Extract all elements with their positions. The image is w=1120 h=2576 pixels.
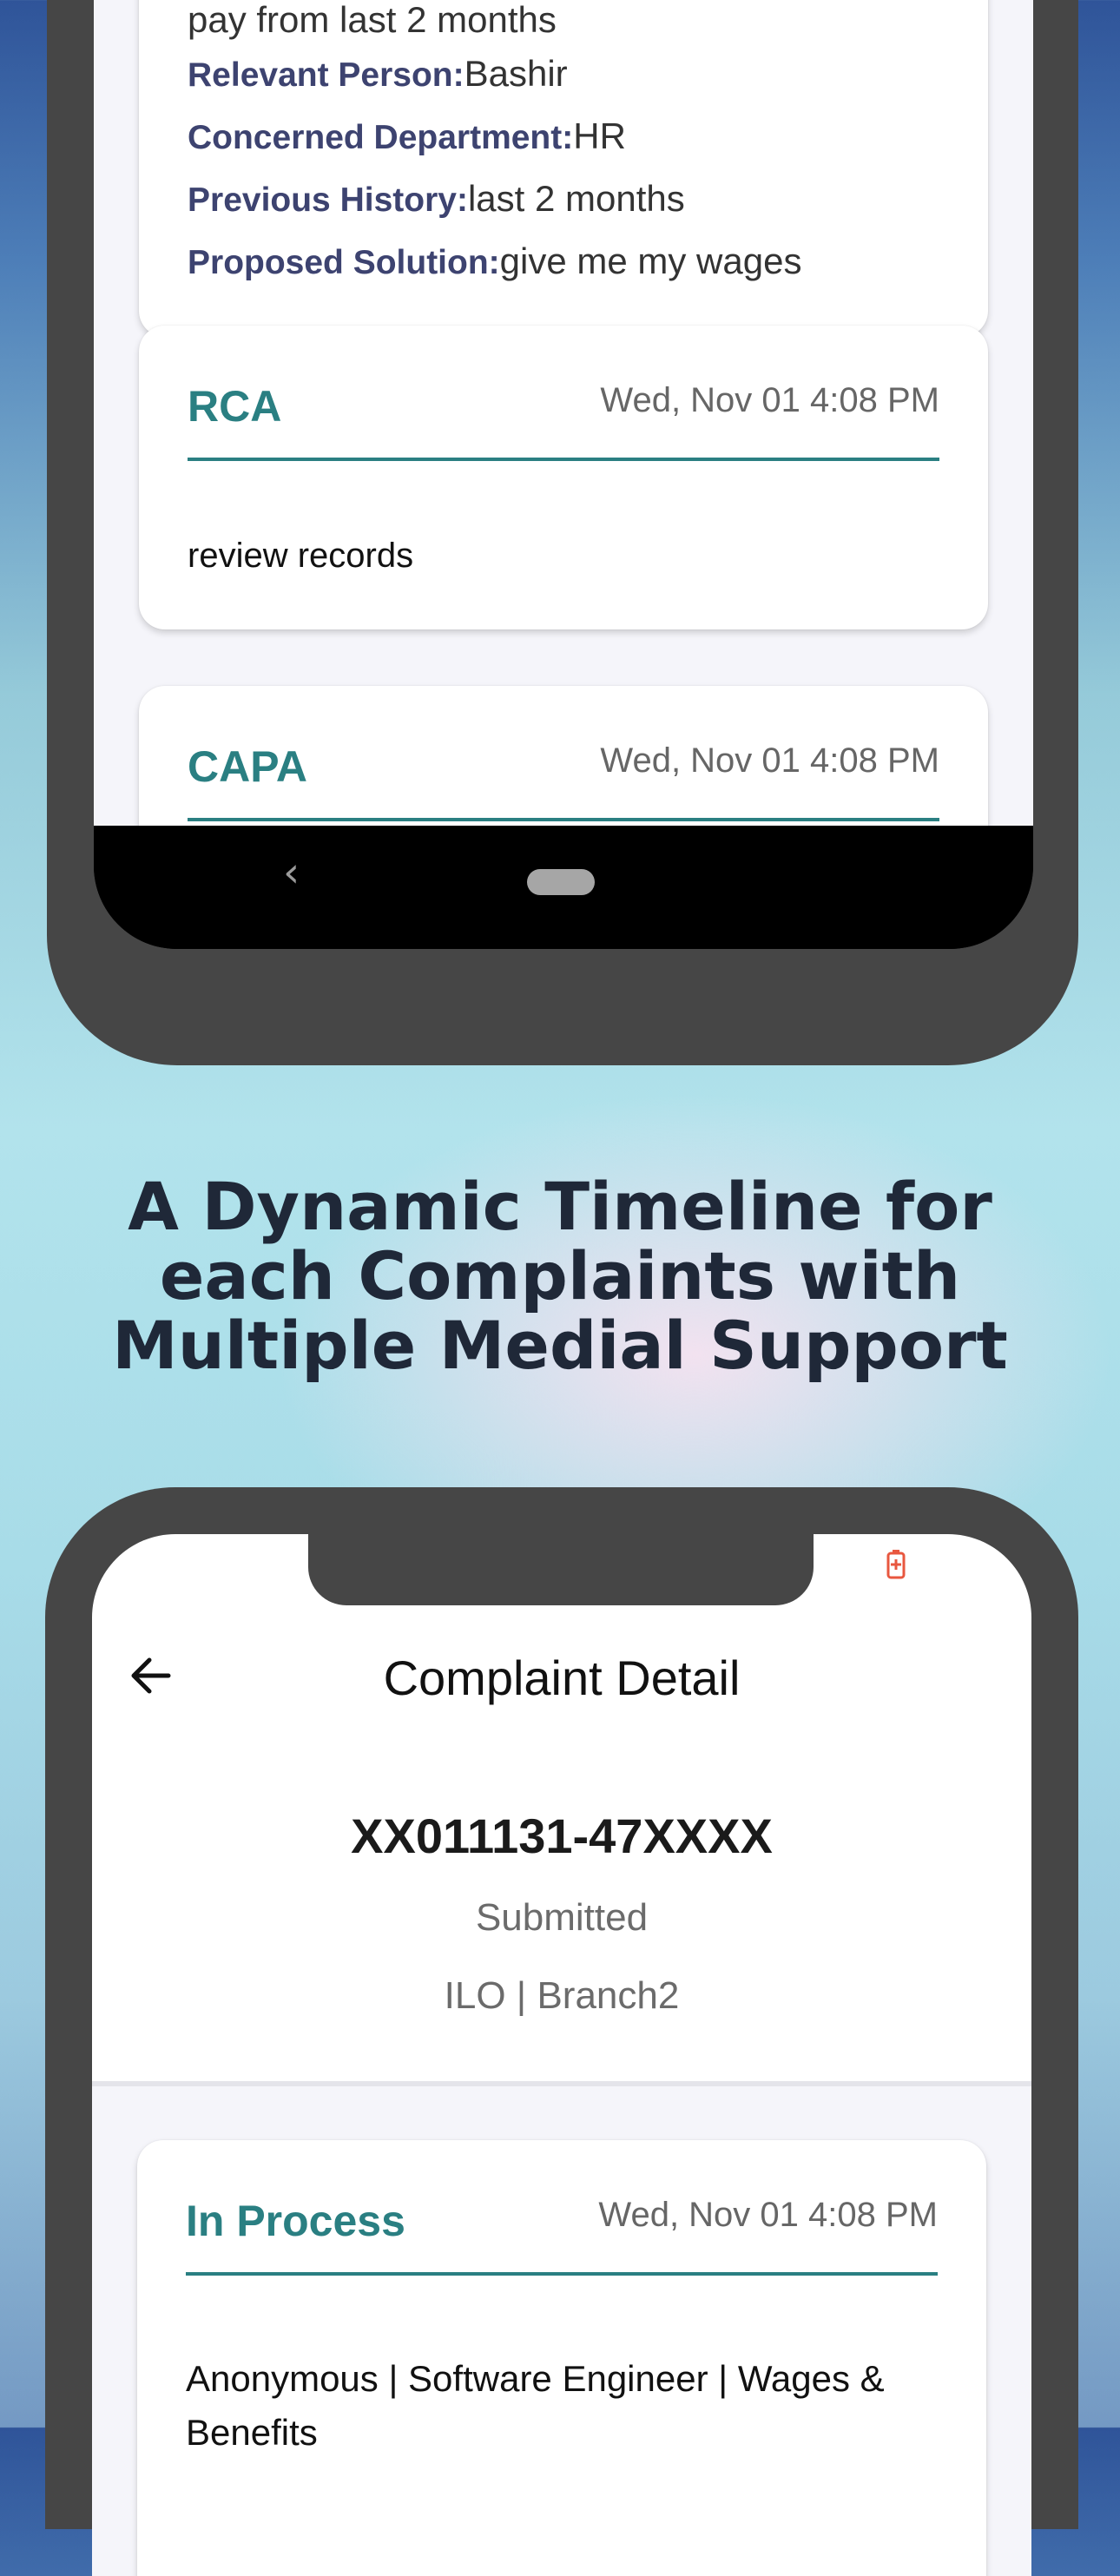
field-concerned-department: Concerned Department:HR — [188, 118, 626, 155]
page-title: Complaint Detail — [383, 1650, 741, 1705]
field-key: Proposed Solution: — [188, 244, 500, 281]
complaint-status: Submitted — [475, 1896, 649, 1939]
card-header: CAPA Wed, Nov 01 4:08 PM — [188, 686, 939, 821]
field-value: HR — [573, 115, 626, 156]
phone-screen-bottom: Complaint Detail XX011131-47XXXX Submitt… — [92, 1534, 1031, 2576]
in-process-card[interactable]: In Process Wed, Nov 01 4:08 PM Anonymous… — [137, 2140, 986, 2576]
complaint-id: XX011131-47XXXX — [351, 1808, 773, 1863]
field-key: Previous History: — [188, 181, 468, 219]
nav-back-icon[interactable]: ‹ — [283, 852, 300, 893]
timeline-list[interactable]: In Process Wed, Nov 01 4:08 PM Anonymous… — [92, 2081, 1031, 2576]
card-timestamp: Wed, Nov 01 4:08 PM — [600, 381, 939, 419]
card-title: CAPA — [188, 742, 307, 791]
card-title: In Process — [186, 2197, 405, 2245]
field-proposed-solution: Proposed Solution:give me my wages — [188, 243, 801, 280]
battery-low-icon — [886, 1550, 906, 1579]
camera-notch — [308, 1534, 814, 1605]
card-timestamp: Wed, Nov 01 4:08 PM — [600, 741, 939, 780]
complaint-details-card: pay from last 2 months Relevant Person:B… — [139, 0, 988, 337]
field-value: give me my wages — [499, 240, 802, 281]
card-body: Anonymous | Software Engineer | Wages & … — [186, 2358, 885, 2453]
headline-line-2: each Complaints with — [159, 1237, 961, 1314]
headline-line-3: Multiple Medial Support — [112, 1307, 1008, 1384]
field-relevant-person: Relevant Person:Bashir — [188, 53, 568, 94]
complaint-organization: ILO | Branch2 — [444, 1974, 680, 2017]
phone-screen-top: pay from last 2 months Relevant Person:B… — [94, 0, 1033, 949]
timeline-list[interactable]: pay from last 2 months Relevant Person:B… — [94, 0, 1033, 826]
promo-headline: A Dynamic Timeline for each Complaints w… — [0, 1172, 1120, 1380]
details-partial-line: pay from last 2 months — [188, 0, 557, 40]
card-body: review records — [188, 537, 414, 575]
field-value: last 2 months — [467, 178, 685, 219]
nav-home-pill[interactable] — [527, 869, 595, 895]
phone-frame-bottom: Complaint Detail XX011131-47XXXX Submitt… — [45, 1487, 1078, 2576]
rca-card[interactable]: RCA Wed, Nov 01 4:08 PM review records — [139, 326, 988, 629]
card-timestamp: Wed, Nov 01 4:08 PM — [598, 2196, 938, 2234]
card-header: RCA Wed, Nov 01 4:08 PM — [188, 326, 939, 461]
field-previous-history: Previous History:last 2 months — [188, 178, 685, 219]
field-key: Concerned Department: — [188, 119, 574, 156]
card-title: RCA — [188, 382, 282, 431]
card-header: In Process Wed, Nov 01 4:08 PM — [186, 2140, 938, 2276]
field-value: Bashir — [464, 53, 568, 94]
field-key: Relevant Person: — [188, 56, 464, 94]
system-nav-bar: ‹ — [94, 826, 1033, 949]
capa-card[interactable]: CAPA Wed, Nov 01 4:08 PM — [139, 686, 988, 826]
headline-line-1: A Dynamic Timeline for — [128, 1168, 992, 1245]
phone-frame-top: pay from last 2 months Relevant Person:B… — [47, 0, 1078, 1065]
